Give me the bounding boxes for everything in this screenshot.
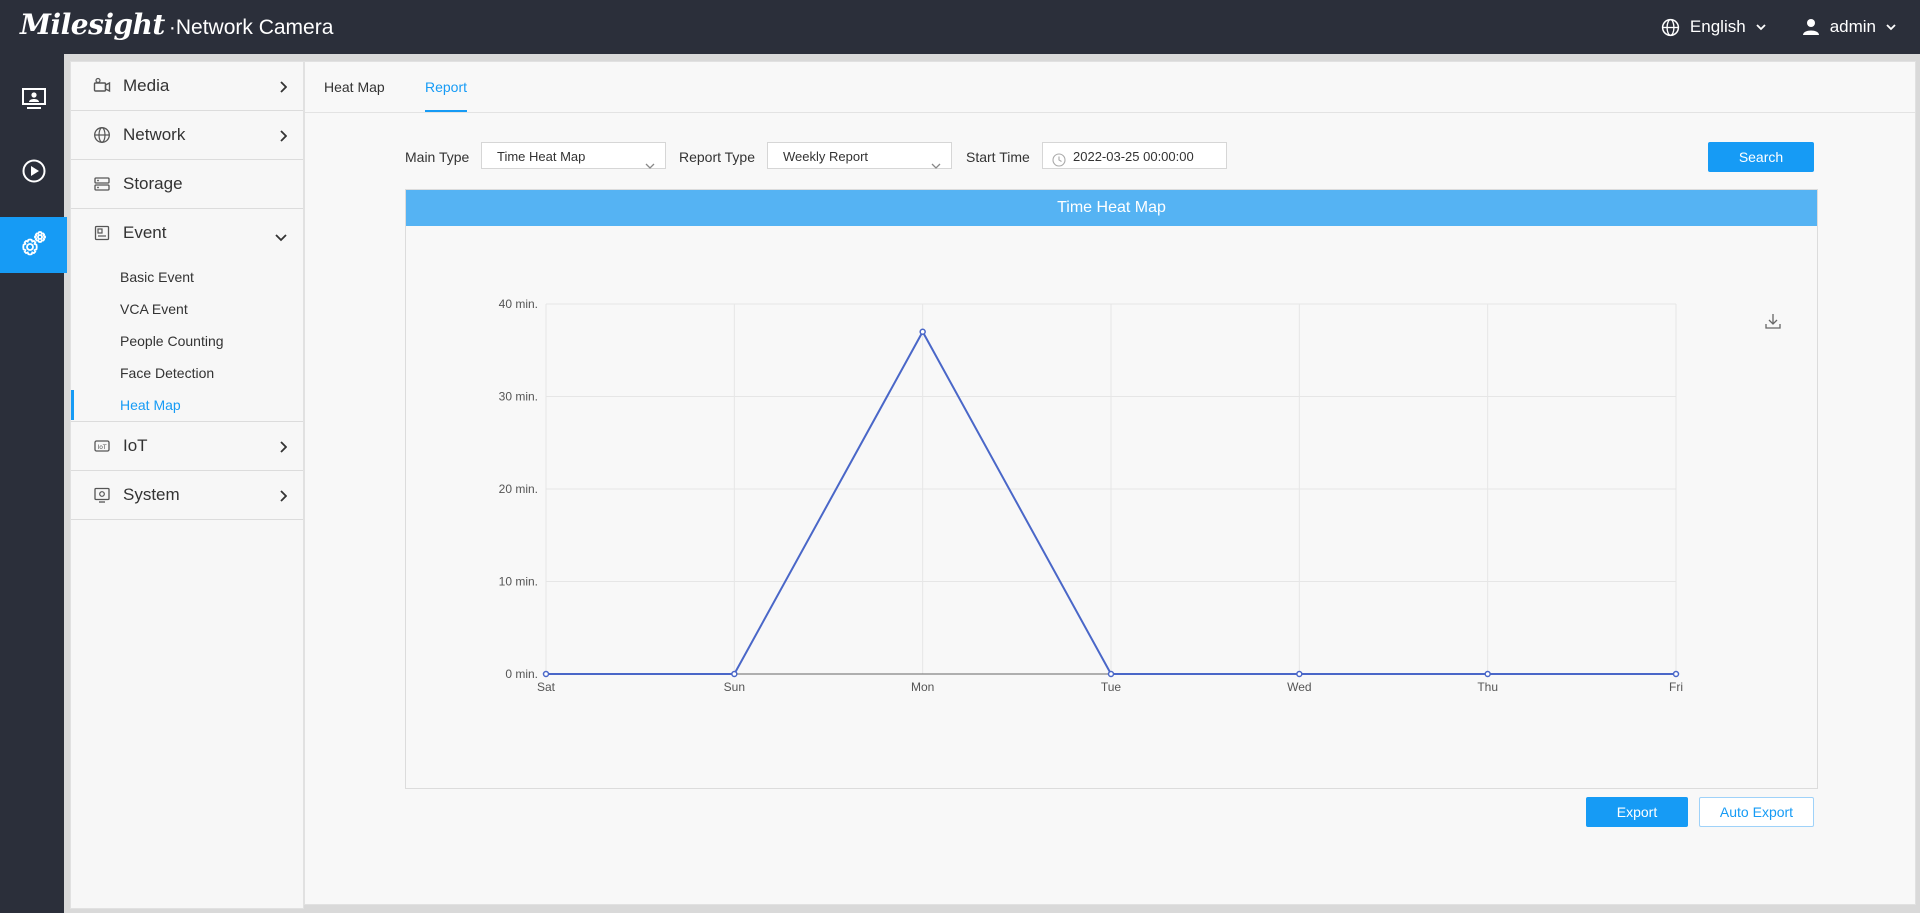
rail-settings[interactable]: [0, 217, 67, 273]
camera-icon: [93, 77, 111, 95]
sidebar-item-label: IoT: [123, 436, 148, 455]
report-type-value: Weekly Report: [783, 149, 869, 164]
chevron-down-icon: [931, 152, 941, 179]
main-type-label: Main Type: [405, 149, 470, 165]
main-type-select[interactable]: Time Heat Map: [481, 142, 666, 169]
globe-icon: [93, 126, 111, 144]
x-tick-label: Mon: [911, 680, 934, 694]
data-point: [731, 670, 738, 678]
line-chart: 0 min. 10 min. 20 min. 30 min. 40 min. Sat Sun…: [499, 297, 1683, 694]
y-tick-label: 30 min.: [499, 390, 538, 404]
sidebar-subitem-vca-event[interactable]: VCA Event: [71, 293, 303, 325]
tab-heat-map[interactable]: Heat Map: [324, 62, 385, 110]
left-rail: [0, 54, 67, 913]
sidebar-item-event[interactable]: Event: [71, 209, 303, 257]
logo: Milesight ·Network Camera: [20, 8, 333, 46]
user-menu[interactable]: admin: [1802, 17, 1896, 37]
product-name: ·Network Camera: [168, 16, 334, 39]
tab-report[interactable]: Report: [425, 62, 468, 112]
y-tick-label: 40 min.: [499, 297, 538, 311]
sidebar-subitem-heat-map[interactable]: Heat Map: [71, 389, 303, 421]
sidebar-item-iot[interactable]: IoT IoT: [71, 422, 303, 471]
iot-icon: IoT: [93, 437, 111, 455]
chevron-right-icon: [279, 487, 288, 507]
user-name: admin: [1829, 17, 1876, 36]
x-tick-label: Thu: [1477, 680, 1498, 694]
sidebar-item-media[interactable]: Media: [71, 62, 303, 111]
top-bar: Milesight ·Network Camera English admin: [0, 0, 1920, 54]
chevron-down-icon: [645, 152, 655, 179]
sidebar-subitem-basic-event[interactable]: Basic Event: [71, 261, 303, 293]
data-point: [1672, 670, 1680, 678]
x-tick-label: Sun: [724, 680, 745, 694]
filter-bar: Main Type Time Heat Map Report Type Week…: [305, 142, 1915, 172]
sidebar-item-label: Event: [123, 223, 167, 242]
data-point: [919, 328, 926, 335]
data-point: [1484, 670, 1491, 678]
chevron-right-icon: [279, 78, 288, 98]
chevron-right-icon: [279, 127, 288, 147]
data-point: [542, 670, 550, 678]
chevron-down-icon: [1886, 23, 1896, 31]
playback-icon: [21, 158, 47, 189]
start-time-input[interactable]: 2022-03-25 00:00:00: [1042, 142, 1227, 169]
tab-bar: Heat Map Report: [305, 62, 1915, 113]
user-icon: [1802, 18, 1820, 36]
brand-name: Milesight: [20, 8, 165, 41]
x-tick-label: Tue: [1101, 680, 1122, 694]
auto-export-button[interactable]: Auto Export: [1699, 797, 1814, 827]
start-time-label: Start Time: [966, 149, 1030, 165]
live-view-icon: [21, 87, 47, 116]
event-submenu: Basic Event VCA Event People Counting Fa…: [71, 257, 303, 422]
chart-container: Time Heat Map 0 min. 10 min. 20 min. 30 min…: [405, 189, 1818, 789]
x-tick-label: Wed: [1287, 680, 1311, 694]
system-icon: [93, 486, 111, 504]
svg-text:IoT: IoT: [97, 444, 106, 451]
sidebar-item-system[interactable]: System: [71, 471, 303, 520]
sidebar-item-label: Network: [123, 125, 186, 144]
sidebar-item-label: Media: [123, 76, 170, 95]
search-button[interactable]: Search: [1708, 142, 1814, 172]
x-tick-label: Sat: [537, 680, 556, 694]
start-time-value: 2022-03-25 00:00:00: [1073, 149, 1194, 164]
data-point: [1296, 670, 1303, 678]
data-point: [1107, 670, 1115, 678]
chevron-right-icon: [279, 438, 288, 458]
storage-icon: [93, 175, 111, 193]
export-button[interactable]: Export: [1586, 797, 1688, 827]
language-label: English: [1689, 17, 1746, 36]
sidebar: Media Network Storage Event Basic Event …: [70, 61, 304, 909]
sidebar-item-network[interactable]: Network: [71, 111, 303, 160]
x-tick-label: Fri: [1669, 680, 1683, 694]
y-tick-label: 10 min.: [499, 575, 538, 589]
rail-playback[interactable]: [0, 145, 67, 201]
y-tick-label: 0 min.: [505, 667, 538, 681]
y-tick-label: 20 min.: [499, 482, 538, 496]
sidebar-item-storage[interactable]: Storage: [71, 160, 303, 209]
chart-title: Time Heat Map: [406, 190, 1817, 226]
chevron-down-icon: [275, 227, 287, 247]
globe-icon: [1661, 18, 1680, 37]
main-panel: Heat Map Report Main Type Time Heat Map …: [304, 61, 1916, 905]
settings-icon: [19, 228, 49, 263]
sidebar-item-label: System: [123, 485, 180, 504]
event-icon: [93, 224, 111, 242]
clock-icon: [1052, 149, 1066, 176]
language-selector[interactable]: English: [1661, 17, 1766, 37]
report-type-select[interactable]: Weekly Report: [767, 142, 952, 169]
chevron-down-icon: [1756, 23, 1766, 31]
report-type-label: Report Type: [679, 149, 756, 165]
main-type-value: Time Heat Map: [497, 149, 586, 164]
rail-live-view[interactable]: [0, 73, 67, 129]
sidebar-subitem-people-counting[interactable]: People Counting: [71, 325, 303, 357]
sidebar-subitem-face-detection[interactable]: Face Detection: [71, 357, 303, 389]
sidebar-item-label: Storage: [123, 174, 183, 193]
